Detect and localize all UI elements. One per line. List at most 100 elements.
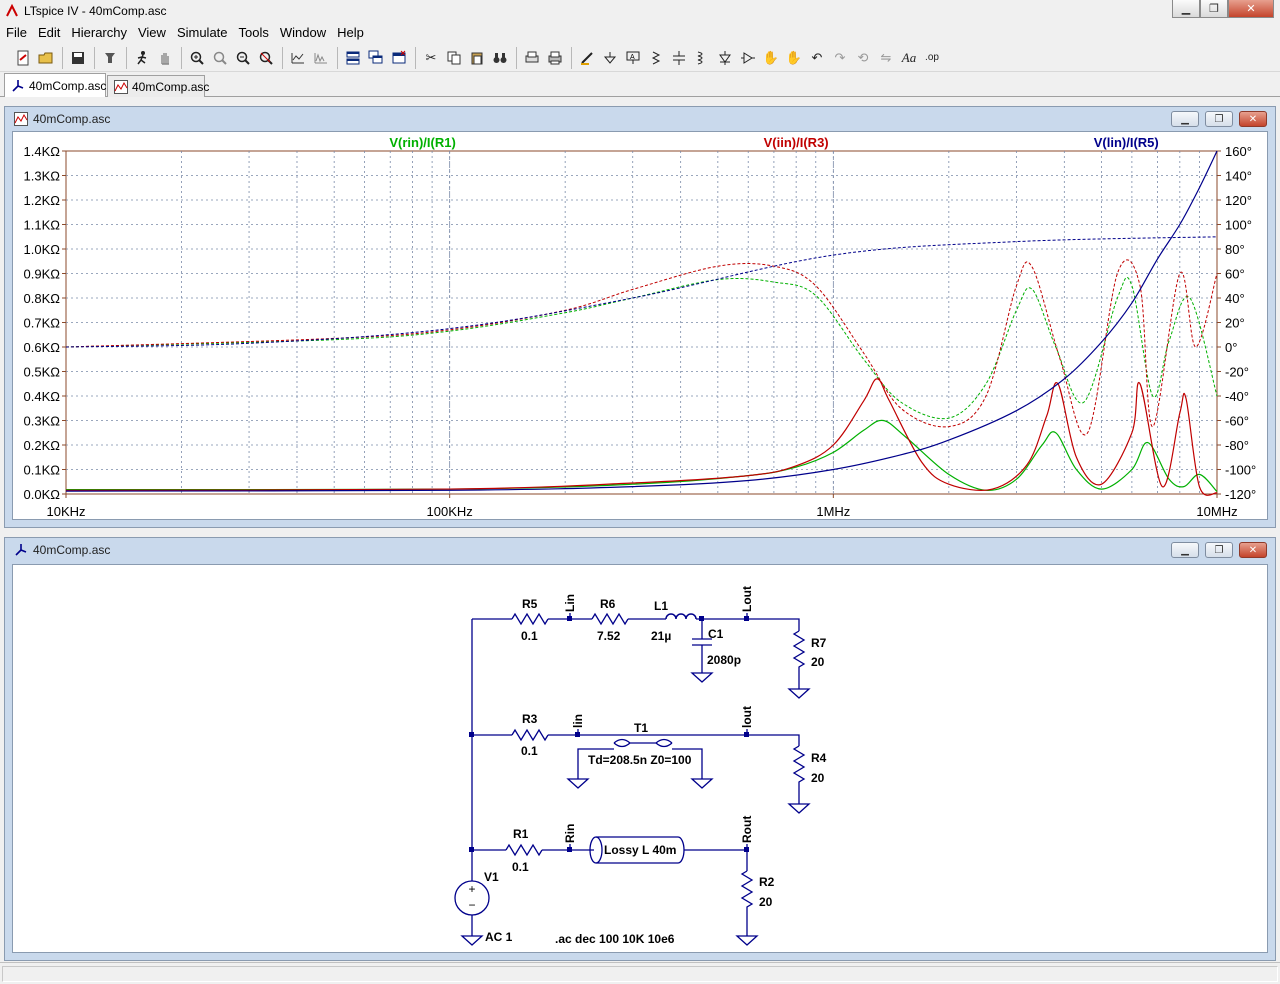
schematic-canvas[interactable]: + − R5 0.1 R6 7.52 L1 21µ C1 2080p R7 20… xyxy=(12,564,1268,953)
legend-label-0: V(rin)/I(R1) xyxy=(389,135,455,150)
close-icon: ✕ xyxy=(1248,544,1258,556)
toolbar-separator xyxy=(571,46,572,69)
y-tick-label-right: -40° xyxy=(1225,389,1249,404)
y-tick-label-right: -120° xyxy=(1225,487,1256,502)
schematic-svg[interactable]: + − R5 0.1 R6 7.52 L1 21µ C1 2080p R7 20… xyxy=(13,565,1269,954)
halt-icon[interactable] xyxy=(154,47,176,69)
tab-schematic[interactable]: 40mComp.asc xyxy=(4,73,106,97)
minimize-button[interactable]: ▁ xyxy=(1172,0,1200,18)
control-panel-icon[interactable] xyxy=(99,47,121,69)
y-tick-label-right: 20° xyxy=(1225,316,1245,331)
schematic-close-button[interactable]: ✕ xyxy=(1239,542,1267,558)
waveform-plot-area[interactable]: 1.4KΩ 160° 1.3KΩ 140° 1.2KΩ 120° 1.1KΩ 100° 1.0K… xyxy=(12,131,1268,520)
new-schematic-icon[interactable] xyxy=(12,47,34,69)
inductor-icon[interactable] xyxy=(691,47,713,69)
spice-directive[interactable]: .ac dec 100 10K 10e6 xyxy=(555,932,675,946)
label-T1-value: Td=208.5n Z0=100 xyxy=(588,753,692,767)
text-icon[interactable]: Aa xyxy=(898,47,920,69)
net-label-Lin: Lin xyxy=(563,594,577,612)
y-tick-label-left: 0.4KΩ xyxy=(24,389,61,404)
label-net-icon[interactable]: A xyxy=(622,47,644,69)
move-icon[interactable]: ✋ xyxy=(760,47,782,69)
schematic-minimize-button[interactable]: ▁ xyxy=(1171,542,1199,558)
restore-button[interactable]: ❐ xyxy=(1200,0,1228,18)
menu-window[interactable]: Window xyxy=(274,25,331,40)
title-bar: LTspice IV - 40mComp.asc ▁ ❐ ✕ xyxy=(0,0,1280,22)
minimize-icon: ▁ xyxy=(1181,544,1189,556)
tile-horizontal-icon[interactable] xyxy=(342,47,364,69)
ground-icon[interactable] xyxy=(599,47,621,69)
waveform-close-button[interactable]: ✕ xyxy=(1239,111,1267,127)
undo-icon[interactable]: ↶ xyxy=(806,47,828,69)
y-tick-label-left: 0.8KΩ xyxy=(24,291,61,306)
cascade-icon[interactable] xyxy=(365,47,387,69)
menu-file[interactable]: File xyxy=(0,25,32,40)
window-title: LTspice IV - 40mComp.asc xyxy=(24,4,167,18)
copy-icon[interactable] xyxy=(443,47,465,69)
find-icon[interactable] xyxy=(489,47,511,69)
schematic-window-caption[interactable]: 40mComp.asc xyxy=(5,538,1275,562)
x-tick-label: 10KHz xyxy=(46,504,85,519)
close-all-icon[interactable] xyxy=(388,47,410,69)
menu-tools[interactable]: Tools xyxy=(233,25,274,40)
zoom-out-icon[interactable] xyxy=(232,47,254,69)
print-preview-icon[interactable] xyxy=(521,47,543,69)
tab-waveform[interactable]: 40mComp.asc xyxy=(107,75,209,97)
component-icon[interactable] xyxy=(737,47,759,69)
cut-icon[interactable]: ✂ xyxy=(420,47,442,69)
spice-directive-icon[interactable]: .op xyxy=(921,47,943,69)
schematic-icon xyxy=(13,542,29,558)
svg-text:−: − xyxy=(468,898,475,912)
plot-svg[interactable]: 1.4KΩ 160° 1.3KΩ 140° 1.2KΩ 120° 1.1KΩ 100° 1.0K… xyxy=(13,132,1269,521)
schematic-window-title: 40mComp.asc xyxy=(33,543,111,557)
diode-icon[interactable] xyxy=(714,47,736,69)
toolbar-separator xyxy=(94,46,95,69)
waveform-window-caption[interactable]: 40mComp.asc xyxy=(5,107,1275,131)
net-label-Rin: Rin xyxy=(563,824,577,843)
label-R4: R4 xyxy=(811,751,827,765)
net-label-Rout: Rout xyxy=(740,816,754,843)
resistor-icon[interactable] xyxy=(645,47,667,69)
waveform-minimize-button[interactable]: ▁ xyxy=(1171,111,1199,127)
menu-view[interactable]: View xyxy=(132,25,171,40)
y-tick-label-left: 1.0KΩ xyxy=(24,242,61,257)
menu-simulate[interactable]: Simulate xyxy=(171,25,233,40)
open-folder-icon[interactable] xyxy=(35,47,57,69)
fft-icon[interactable] xyxy=(310,47,332,69)
label-lossy-line: Lossy L 40m xyxy=(604,843,676,857)
draw-wire-icon[interactable] xyxy=(576,47,598,69)
y-tick-label-left: 1.1KΩ xyxy=(24,218,61,233)
waveform-restore-button[interactable]: ❐ xyxy=(1205,111,1233,127)
y-tick-label-left: 1.2KΩ xyxy=(24,193,61,208)
autorange-icon[interactable] xyxy=(287,47,309,69)
toolbar-separator xyxy=(415,46,416,69)
net-label-lin: lin xyxy=(571,714,585,728)
mirror-icon[interactable]: ⇋ xyxy=(875,47,897,69)
label-R6: R6 xyxy=(600,597,616,611)
minimize-icon: ▁ xyxy=(1181,113,1189,125)
schematic-restore-button[interactable]: ❐ xyxy=(1205,542,1233,558)
zoom-in-icon[interactable] xyxy=(186,47,208,69)
y-tick-label-right: 120° xyxy=(1225,193,1252,208)
label-R7: R7 xyxy=(811,636,827,650)
legend-label-2: V(lin)/I(R5) xyxy=(1094,135,1159,150)
label-C1: C1 xyxy=(708,627,724,641)
menu-hierarchy[interactable]: Hierarchy xyxy=(65,25,132,40)
restore-icon: ❐ xyxy=(1209,3,1219,15)
rotate-icon[interactable]: ⟲ xyxy=(852,47,874,69)
menu-help[interactable]: Help xyxy=(331,25,369,40)
y-tick-label-left: 0.5KΩ xyxy=(24,365,61,380)
close-button[interactable]: ✕ xyxy=(1228,0,1274,18)
redo-icon[interactable]: ↷ xyxy=(829,47,851,69)
paste-icon[interactable] xyxy=(466,47,488,69)
zoom-fit-icon[interactable] xyxy=(255,47,277,69)
drag-icon[interactable]: ✋ xyxy=(783,47,805,69)
y-tick-label-right: 0° xyxy=(1225,340,1237,355)
pan-icon[interactable] xyxy=(209,47,231,69)
print-icon[interactable] xyxy=(544,47,566,69)
capacitor-icon[interactable] xyxy=(668,47,690,69)
run-icon[interactable] xyxy=(131,47,153,69)
label-T1: T1 xyxy=(634,721,648,735)
save-icon[interactable] xyxy=(67,47,89,69)
menu-edit[interactable]: Edit xyxy=(32,25,65,40)
